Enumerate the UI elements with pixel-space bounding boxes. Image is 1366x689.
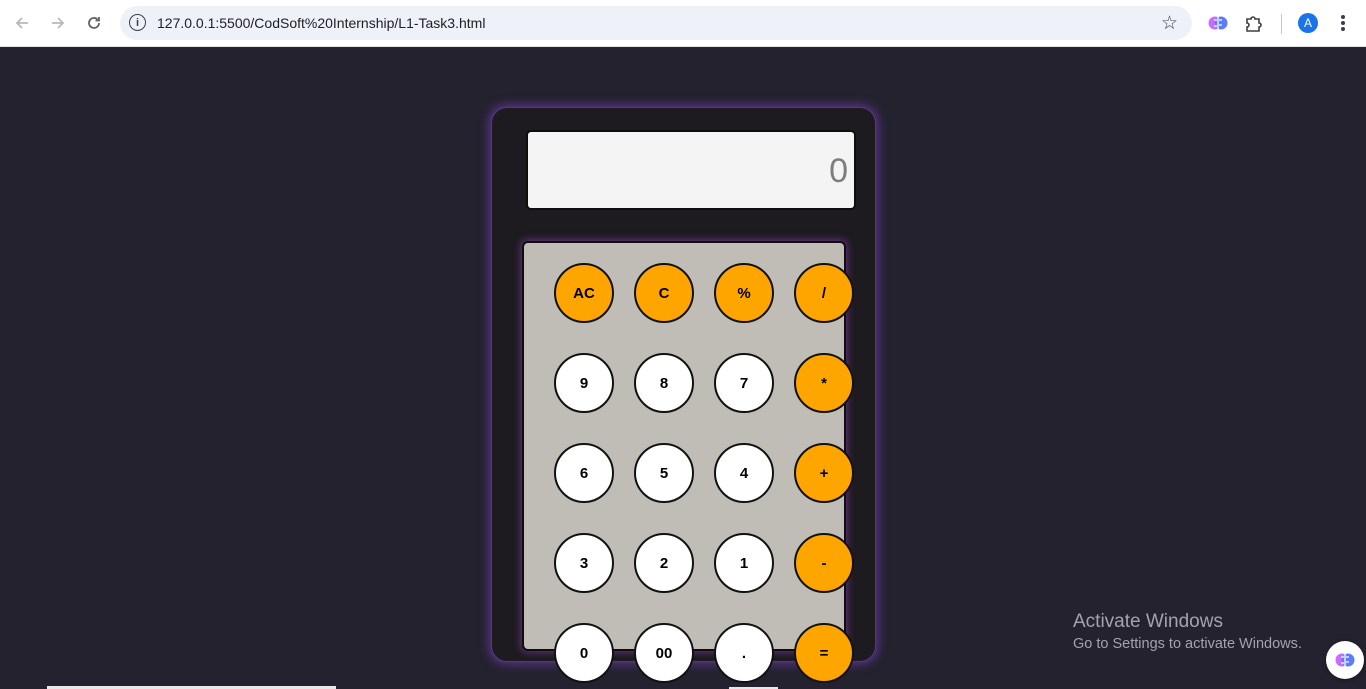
calculator-display: 0 — [526, 130, 856, 210]
key-clear[interactable]: C — [634, 263, 694, 323]
key-decimal[interactable]: . — [714, 623, 774, 683]
key-5[interactable]: 5 — [634, 443, 694, 503]
key-9[interactable]: 9 — [554, 353, 614, 413]
brain-extension-icon[interactable] — [1207, 12, 1229, 34]
key-3[interactable]: 3 — [554, 533, 614, 593]
watermark-title: Activate Windows — [1073, 611, 1223, 632]
forward-arrow-icon[interactable] — [43, 8, 73, 38]
calculator: 0 AC C%/9 8 7 * 6 5 4 +3 2 1-0 00. = — [491, 107, 876, 683]
key-subtract[interactable]: - — [794, 533, 854, 593]
puzzle-extension-icon[interactable] — [1243, 12, 1265, 34]
key-2[interactable]: 2 — [634, 533, 694, 593]
keypad: AC C%/9 8 7 * 6 5 4 +3 2 1-0 00. = — [522, 241, 854, 683]
display-value: 0 — [829, 152, 848, 190]
browser-toolbar: i 127.0.0.1:5500/CodSoft%20Internship/L1… — [0, 0, 1366, 47]
toolbar-divider — [1281, 14, 1282, 34]
copilot-icon[interactable] — [1326, 641, 1364, 679]
key-percent[interactable]: % — [714, 263, 774, 323]
key-4[interactable]: 4 — [714, 443, 774, 503]
key-7[interactable]: 7 — [714, 353, 774, 413]
key-divide[interactable]: / — [794, 263, 854, 323]
key-1[interactable]: 1 — [714, 533, 774, 593]
address-url[interactable]: 127.0.0.1:5500/CodSoft%20Internship/L1-T… — [157, 15, 485, 31]
key-6[interactable]: 6 — [554, 443, 614, 503]
watermark-subtitle: Go to Settings to activate Windows. — [1073, 636, 1302, 652]
key-all-clear[interactable]: AC — [554, 263, 614, 323]
kebab-menu-icon[interactable] — [1332, 11, 1354, 35]
key-0[interactable]: 0 — [554, 623, 614, 683]
key-add[interactable]: + — [794, 443, 854, 503]
key-multiply[interactable]: * — [794, 353, 854, 413]
key-8[interactable]: 8 — [634, 353, 694, 413]
bookmark-star-icon[interactable]: ☆ — [1161, 12, 1178, 35]
activate-windows-watermark: Activate Windows Go to Settings to activ… — [1073, 611, 1302, 652]
profile-avatar[interactable]: A — [1298, 13, 1318, 33]
reload-icon[interactable] — [79, 8, 109, 38]
back-arrow-icon[interactable] — [7, 8, 37, 38]
key-equals[interactable]: = — [794, 623, 854, 683]
key-double-zero[interactable]: 00 — [634, 623, 694, 683]
address-bar[interactable]: i 127.0.0.1:5500/CodSoft%20Internship/L1… — [120, 6, 1192, 40]
site-info-icon[interactable]: i — [129, 14, 146, 31]
